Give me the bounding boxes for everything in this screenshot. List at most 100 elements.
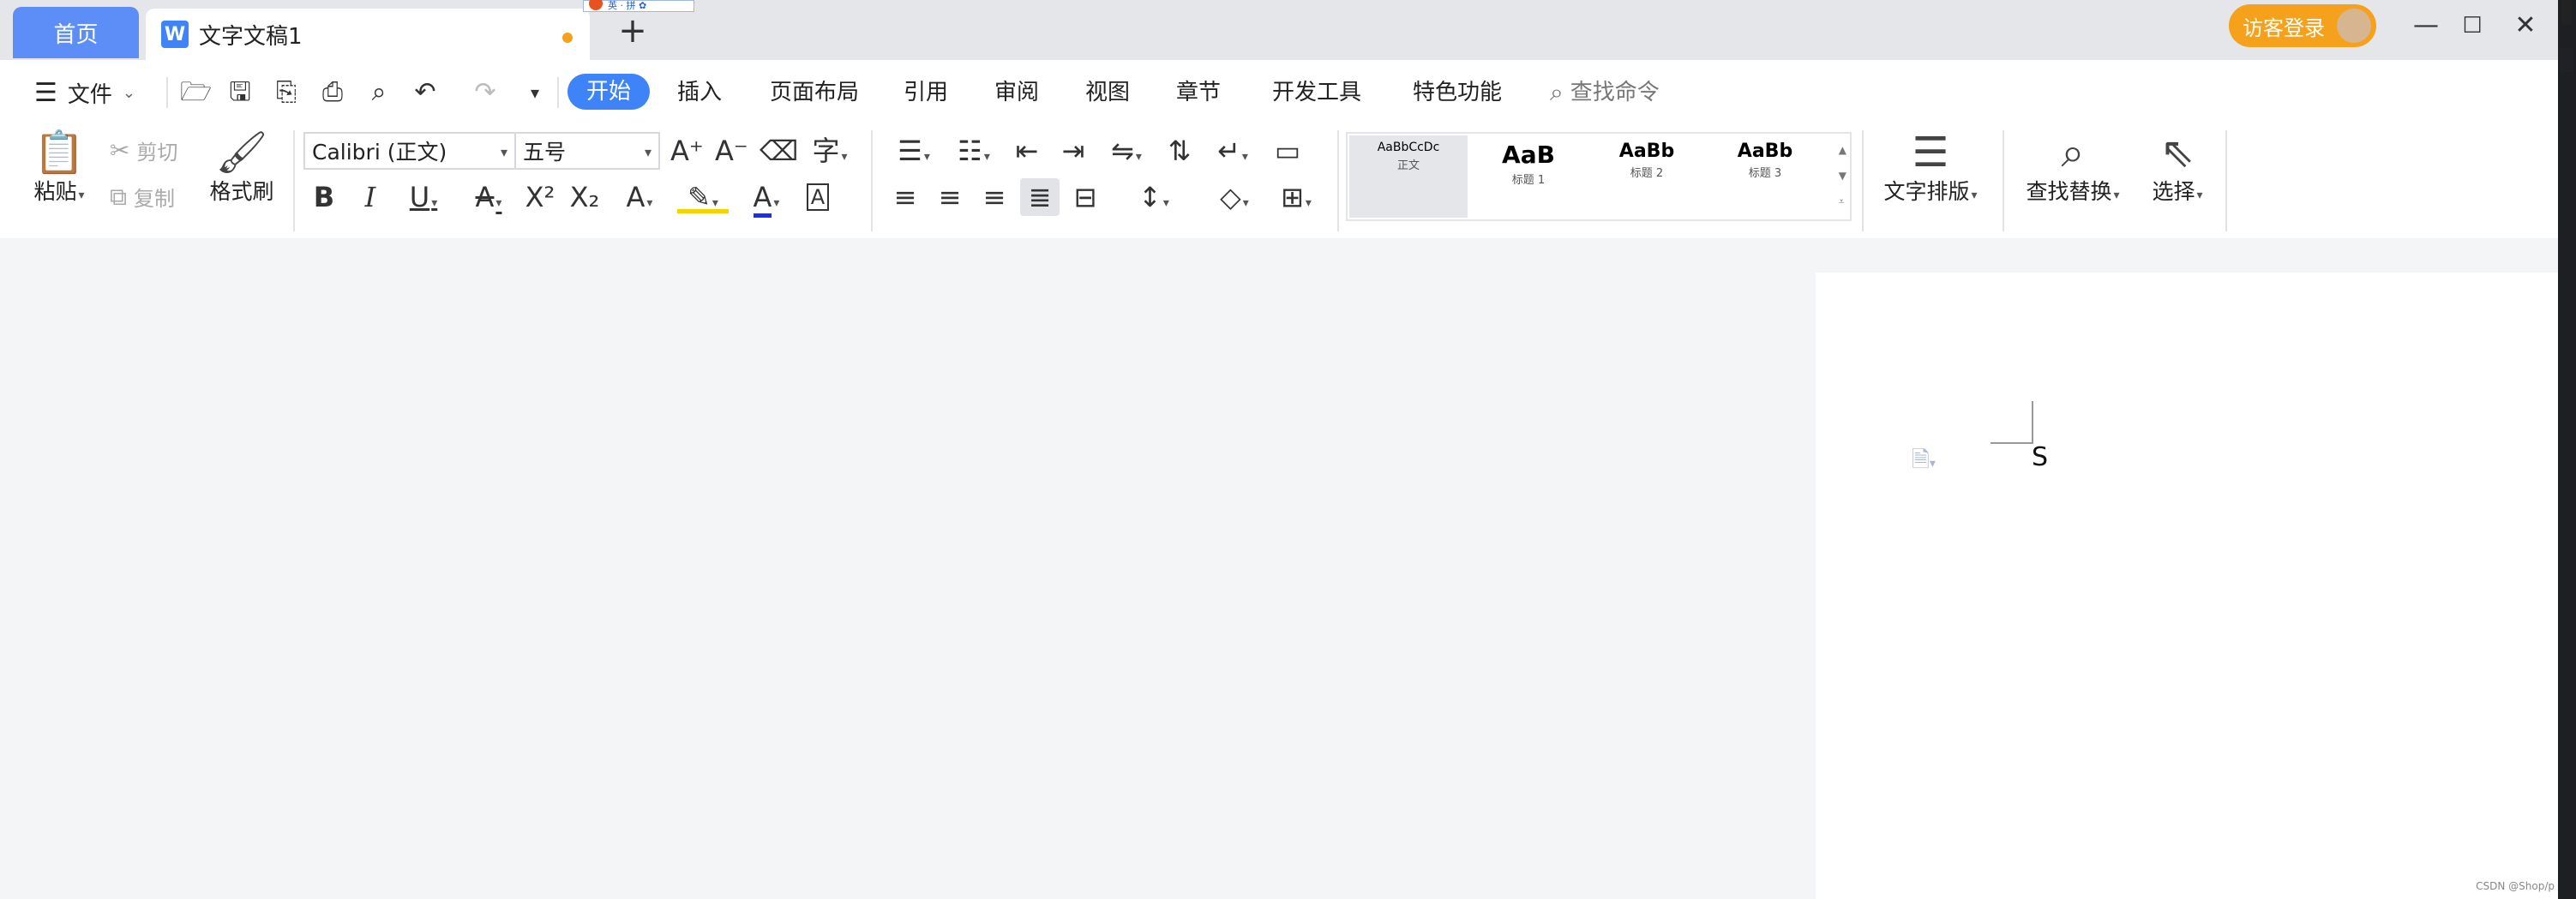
line-spacing-icon[interactable]: ↕ ▾ [1128, 182, 1180, 219]
style-heading-3[interactable]: AaBb 标题 3 [1706, 135, 1824, 218]
paste-label: 粘贴 [33, 179, 77, 204]
clipboard-icon: 📋 [33, 129, 85, 177]
wps-writer-window: 首页 W 文字文稿1 英 · 拼 ✿ + 访客登录 — ☐ ✕ ☰ 文件 ⌄ 🗁… [0, 0, 2558, 899]
format-painter-label: 格式刷 [209, 179, 274, 204]
subscript-icon[interactable]: X₂ [567, 182, 602, 213]
divider [293, 130, 295, 231]
char-border-icon[interactable]: A [802, 182, 833, 213]
superscript-icon[interactable]: X² [523, 182, 557, 213]
highlight-icon[interactable]: ✎ ▾ [677, 182, 729, 213]
tab-review[interactable]: 审阅 [994, 75, 1039, 110]
edge-decoration [2561, 0, 2572, 26]
text-layout-icon: ☰ [1912, 129, 1949, 177]
search-icon: ⌕ [1550, 78, 1564, 106]
document-canvas[interactable] [0, 238, 2558, 899]
cut-button[interactable]: ✂ 剪切 [110, 135, 177, 165]
undo-icon[interactable]: ↶ [410, 77, 441, 108]
font-size-select[interactable]: 五号 ▾ [514, 132, 660, 170]
home-tab[interactable]: 首页 [13, 7, 139, 58]
find-replace-label: 查找替换 [2026, 179, 2112, 204]
style-sample: AaBb [1737, 141, 1793, 162]
tab-features[interactable]: 特色功能 [1413, 75, 1502, 110]
grow-font-icon[interactable]: A⁺ [670, 135, 704, 166]
decrease-indent-icon[interactable]: ⇤ [1010, 135, 1044, 166]
tab-home[interactable]: 开始 [567, 74, 650, 110]
font-color-icon[interactable]: A ▾ [741, 181, 792, 219]
ime-logo-icon [589, 0, 603, 10]
scissors-icon: ✂ [110, 136, 130, 165]
format-painter-button[interactable]: 🖌 格式刷 [206, 130, 278, 206]
show-marks-icon[interactable]: ↵ ▾ [1207, 135, 1258, 172]
print-preview-icon[interactable]: ⌕ [363, 77, 394, 108]
text-effect-icon[interactable]: A ▾ [614, 182, 665, 219]
save-icon[interactable]: 🖫 [225, 77, 255, 108]
document-page[interactable] [1816, 273, 2558, 899]
unsaved-dot-icon [562, 33, 573, 43]
menu-bar: ☰ 文件 ⌄ 🗁 🖫 ⎘ ⎙ ⌕ ↶ ↷ ▾ 开始 插入 页面布局 引用 审阅 … [0, 60, 2558, 125]
pointer-icon: ⇖ [2159, 129, 2195, 177]
increase-indent-icon[interactable]: ⇥ [1056, 135, 1090, 166]
italic-icon[interactable]: I [355, 182, 386, 213]
text-layout-button[interactable]: ☰ 文字排版 ▾ [1877, 130, 1984, 206]
command-search[interactable]: ⌕ 查找命令 [1550, 75, 1660, 110]
redo-icon[interactable]: ↷ [470, 77, 501, 108]
customize-toolbar-icon[interactable]: ▾ [519, 77, 550, 108]
tab-insert[interactable]: 插入 [677, 75, 722, 110]
style-normal[interactable]: AaBbCcDc 正文 [1349, 135, 1468, 218]
font-size-value: 五号 [523, 140, 567, 165]
distributed-align-icon[interactable]: ⊟ [1068, 182, 1102, 213]
document-text[interactable]: S [2032, 442, 2048, 472]
font-name-select[interactable]: Calibri (正文) ▾ [303, 132, 516, 170]
select-button[interactable]: ⇖ 选择 ▾ [2143, 130, 2212, 206]
ime-status-bar[interactable]: 英 · 拼 ✿ [583, 0, 694, 12]
tab-developer[interactable]: 开发工具 [1272, 75, 1361, 110]
guest-login-button[interactable]: 访客登录 [2229, 4, 2376, 47]
shrink-font-icon[interactable]: A⁻ [715, 135, 748, 166]
copy-button[interactable]: ⧉ 复制 [110, 182, 175, 212]
align-right-icon[interactable]: ≡ [977, 182, 1012, 213]
divider [2225, 130, 2227, 231]
ime-status-text: 英 · 拼 ✿ [608, 0, 647, 11]
document-tab[interactable]: W 文字文稿1 [146, 9, 590, 60]
strikethrough-icon[interactable]: A ▾ [463, 182, 514, 219]
home-tab-label: 首页 [53, 21, 99, 48]
open-icon[interactable]: 🗁 [180, 77, 212, 108]
justify-icon[interactable]: ≣ [1020, 178, 1060, 216]
new-tab-button[interactable]: + [614, 14, 652, 51]
maximize-button[interactable]: ☐ [2453, 7, 2491, 45]
close-button[interactable]: ✕ [2507, 7, 2544, 45]
style-caption: 标题 1 [1511, 174, 1546, 187]
clear-format-icon[interactable]: ⌫ [760, 135, 798, 166]
align-center-icon[interactable]: ≡ [933, 182, 967, 213]
writer-doc-icon: W [161, 21, 189, 48]
paste-button[interactable]: 📋 粘贴 ▾ [29, 130, 89, 206]
shading-icon[interactable]: ◇ ▾ [1209, 182, 1260, 219]
find-replace-button[interactable]: ⌕ 查找替换 ▾ [2020, 130, 2126, 206]
numbered-list-icon[interactable]: ☷ ▾ [948, 135, 1000, 172]
underline-icon[interactable]: U ▾ [398, 182, 449, 219]
bold-icon[interactable]: B [309, 182, 339, 213]
tab-view[interactable]: 视图 [1085, 75, 1130, 110]
export-pdf-icon[interactable]: ⎘ [271, 77, 302, 108]
ruler-icon[interactable]: ▭ [1270, 135, 1305, 166]
tab-page-layout[interactable]: 页面布局 [770, 75, 859, 110]
command-search-label: 查找命令 [1570, 80, 1660, 105]
styles-scroll-controls[interactable]: ▲ ▼ ⩡ [1839, 137, 1846, 214]
divider [2003, 130, 2004, 231]
chinese-layout-icon[interactable]: ⇋ ▾ [1101, 135, 1152, 172]
divider [557, 77, 559, 108]
print-icon[interactable]: ⎙ [317, 77, 348, 108]
align-left-icon[interactable]: ≡ [888, 182, 922, 213]
sort-icon[interactable]: ⇅ [1162, 135, 1197, 166]
minimize-button[interactable]: — [2407, 7, 2445, 45]
tab-chapter[interactable]: 章节 [1176, 75, 1221, 110]
borders-icon[interactable]: ⊞ ▾ [1270, 182, 1322, 219]
style-heading-2[interactable]: AaBb 标题 2 [1588, 135, 1706, 218]
phonetic-guide-icon[interactable]: 字 ▾ [806, 135, 854, 172]
bullet-list-icon[interactable]: ☰ ▾ [888, 135, 940, 172]
file-menu[interactable]: ☰ 文件 ⌄ [34, 77, 135, 109]
style-heading-1[interactable]: AaB 标题 1 [1469, 135, 1588, 218]
style-caption: 正文 [1396, 159, 1420, 172]
tab-references[interactable]: 引用 [904, 75, 948, 110]
paragraph-options-icon[interactable]: 🗎▾ [1912, 444, 1936, 482]
